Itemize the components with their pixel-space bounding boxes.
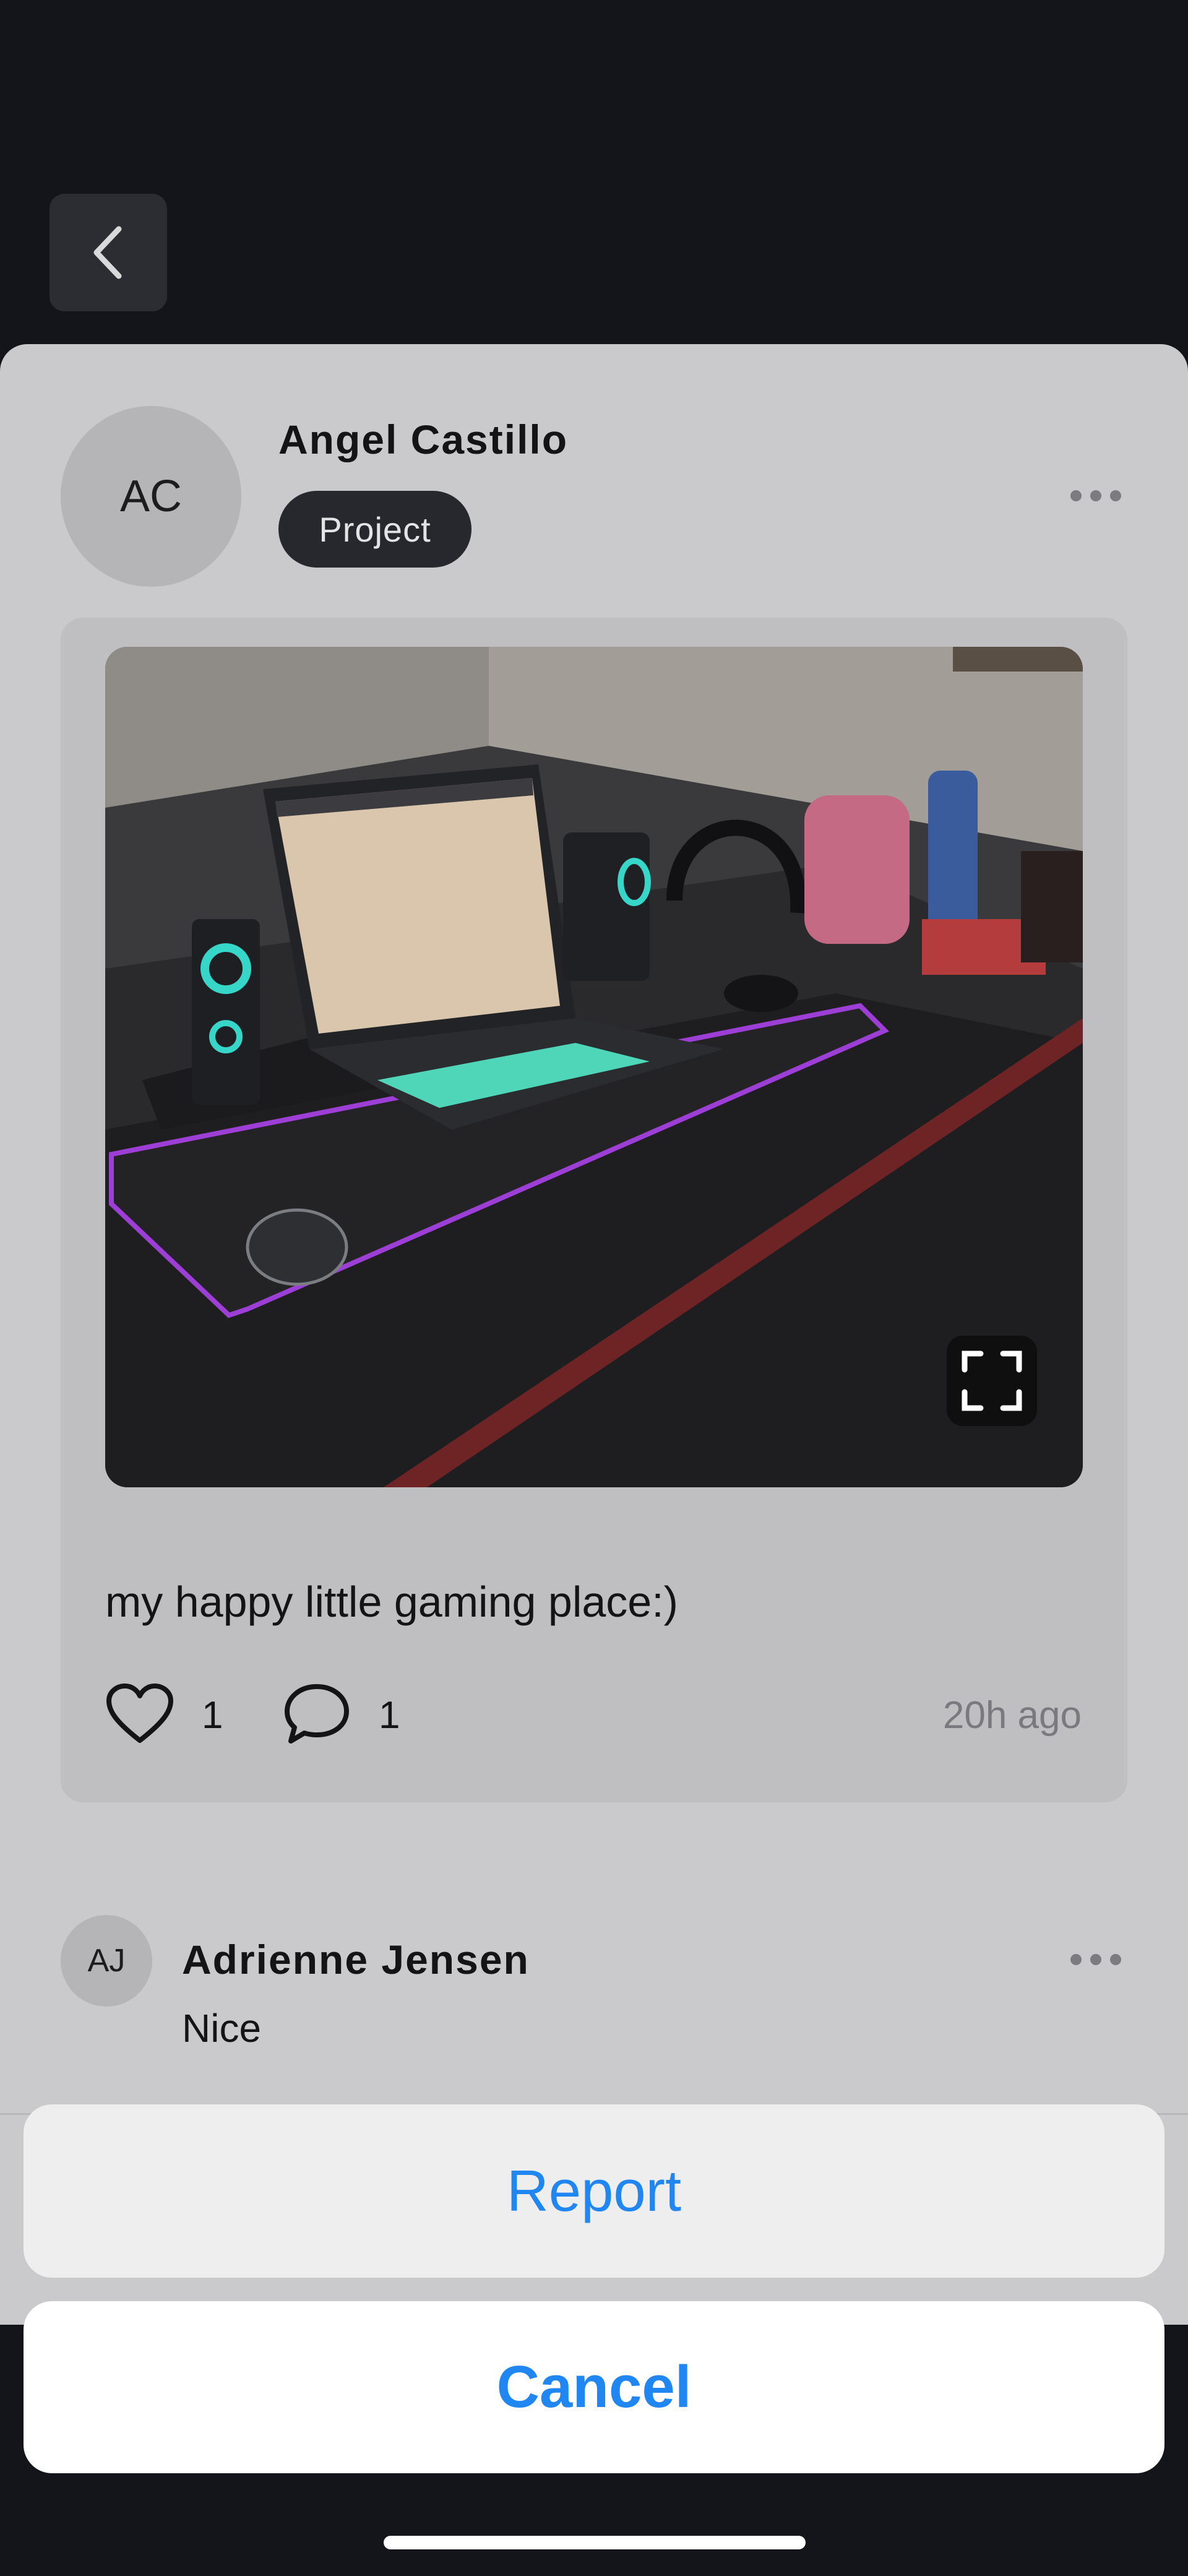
gaming-setup-photo	[105, 647, 1083, 1487]
post-caption: my happy little gaming place:)	[105, 1578, 678, 1626]
post-timestamp: 20h ago	[942, 1694, 1082, 1737]
commenter-name[interactable]: Adrienne Jensen	[182, 1936, 530, 1983]
project-badge: Project	[278, 491, 471, 568]
expand-image-button[interactable]	[947, 1336, 1037, 1426]
home-indicator[interactable]	[384, 2536, 806, 2549]
more-icon	[1070, 490, 1082, 501]
expand-icon	[962, 1351, 1022, 1411]
comment-count: 1	[379, 1694, 400, 1737]
cancel-button[interactable]: Cancel	[24, 2301, 1164, 2473]
commenter-avatar[interactable]: AJ	[61, 1915, 152, 2007]
back-button[interactable]	[50, 194, 167, 311]
author-name[interactable]: Angel Castillo	[278, 416, 568, 463]
like-count: 1	[202, 1694, 223, 1737]
commenter-initials: AJ	[87, 1943, 126, 1979]
comment-text: Nice	[182, 2006, 262, 2051]
report-button[interactable]: Report	[24, 2104, 1164, 2278]
author-initials: AC	[119, 472, 183, 521]
author-avatar[interactable]: AC	[61, 406, 241, 587]
top-bar	[0, 0, 1188, 347]
chevron-left-icon	[93, 226, 122, 279]
more-icon	[1070, 1954, 1082, 1965]
comment-more-button[interactable]	[1070, 1954, 1121, 1965]
comment-icon[interactable]	[283, 1680, 350, 1747]
post-more-button[interactable]	[1070, 490, 1121, 501]
heart-icon[interactable]	[105, 1683, 174, 1745]
post-photo[interactable]	[105, 647, 1083, 1487]
